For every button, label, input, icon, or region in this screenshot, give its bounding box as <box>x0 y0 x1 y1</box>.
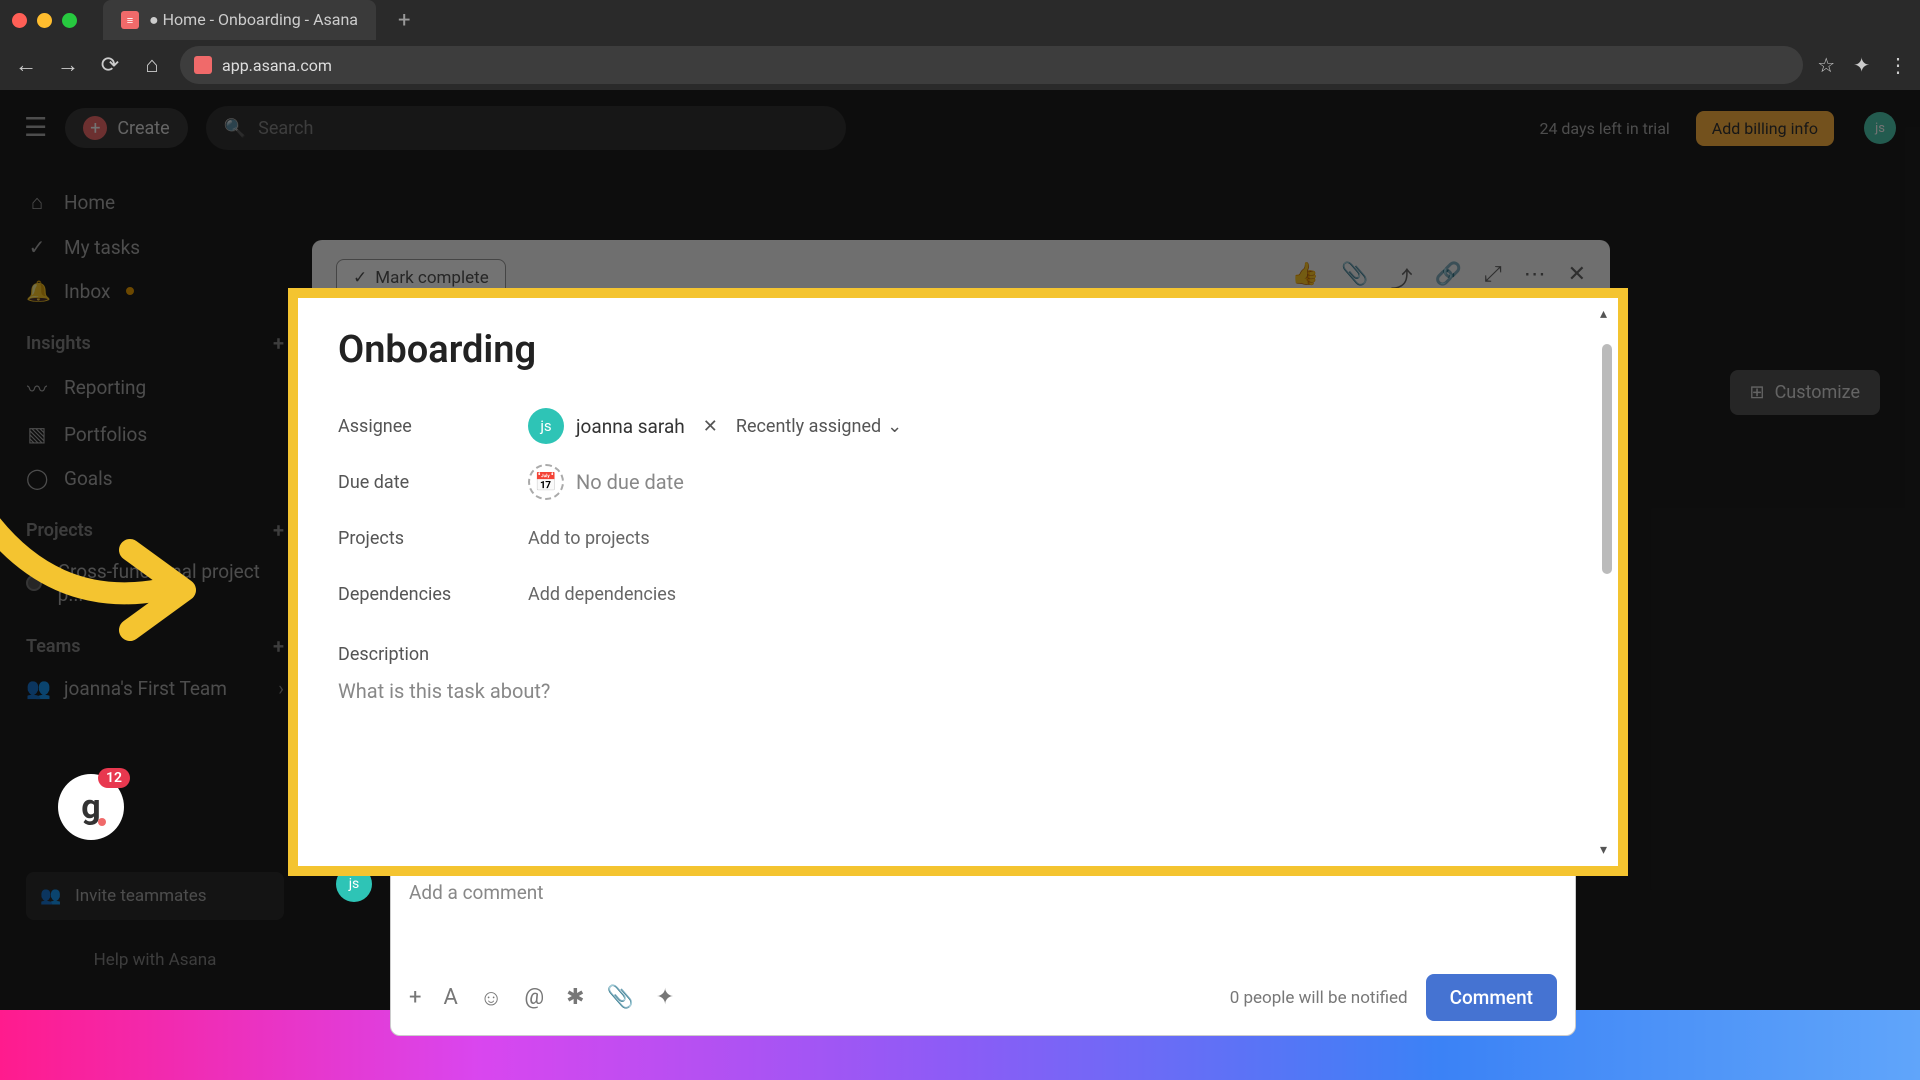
scroll-up-icon[interactable]: ▴ <box>1600 306 1607 322</box>
comment-placeholder: Add a comment <box>409 881 1557 904</box>
url-field[interactable]: app.asana.com <box>180 46 1803 84</box>
add-icon[interactable]: + <box>409 985 421 1011</box>
minimize-window-icon[interactable] <box>37 13 52 28</box>
mention-icon[interactable]: @ <box>524 985 544 1011</box>
tab-bar: ≡ ● Home - Onboarding - Asana + <box>0 0 1920 40</box>
text-format-icon[interactable]: A <box>443 985 457 1011</box>
scroll-thumb[interactable] <box>1602 344 1612 574</box>
due-date-row: Due date 📅 No due date <box>338 456 1578 508</box>
scroll-down-icon[interactable]: ▾ <box>1600 842 1607 858</box>
browser-tab[interactable]: ≡ ● Home - Onboarding - Asana <box>103 0 376 40</box>
dependencies-row: Dependencies Add dependencies <box>338 568 1578 620</box>
home-icon[interactable]: ⌂ <box>138 52 166 78</box>
tab-title: ● Home - Onboarding - Asana <box>149 10 358 30</box>
due-date-text[interactable]: No due date <box>576 470 684 494</box>
description-field[interactable]: What is this task about? <box>338 679 1578 703</box>
g-badge-count: 12 <box>98 768 130 788</box>
task-title[interactable]: Onboarding <box>338 328 1578 372</box>
comment-area: js Add a comment + A ☺ @ ✱ 📎 ✦ 0 people … <box>336 866 1576 1036</box>
bookmark-icon[interactable]: ☆ <box>1817 53 1835 77</box>
assignee-label: Assignee <box>338 416 528 437</box>
notify-text: 0 people will be notified <box>1230 988 1408 1008</box>
g-badge[interactable]: g12 <box>58 774 124 840</box>
modal-content: Onboarding Assignee js joanna sarah ✕ Re… <box>298 298 1618 866</box>
due-date-label: Due date <box>338 472 528 493</box>
close-window-icon[interactable] <box>12 13 27 28</box>
projects-row: Projects Add to projects <box>338 512 1578 564</box>
address-bar: ← → ⟳ ⌂ app.asana.com ☆ ✦ ⋮ <box>0 40 1920 90</box>
recently-assigned-label: Recently assigned <box>736 416 881 437</box>
app-area: ☰ + Create 🔍 Search 24 days left in tria… <box>0 90 1920 1010</box>
add-to-projects-button[interactable]: Add to projects <box>528 528 650 549</box>
traffic-lights <box>12 13 77 28</box>
reload-icon[interactable]: ⟳ <box>96 53 124 78</box>
calendar-icon[interactable]: 📅 <box>528 464 564 500</box>
chevron-down-icon: ⌄ <box>887 416 902 437</box>
url-text: app.asana.com <box>222 56 332 75</box>
browser-chrome: ≡ ● Home - Onboarding - Asana + ← → ⟳ ⌂ … <box>0 0 1920 90</box>
projects-label: Projects <box>338 528 528 549</box>
assignee-chip[interactable]: js joanna sarah <box>528 408 685 444</box>
assignee-avatar: js <box>528 408 564 444</box>
forward-icon[interactable]: → <box>54 52 82 78</box>
dependencies-label: Dependencies <box>338 584 528 605</box>
emoji-icon[interactable]: ☺ <box>480 985 502 1011</box>
extension-icons: ☆ ✦ ⋮ <box>1817 53 1908 77</box>
comment-button[interactable]: Comment <box>1426 974 1557 1021</box>
assignee-name: joanna sarah <box>576 415 685 438</box>
assignee-row: Assignee js joanna sarah ✕ Recently assi… <box>338 400 1578 452</box>
attach-icon[interactable]: 📎 <box>607 985 634 1011</box>
menu-icon[interactable]: ⋮ <box>1888 53 1908 77</box>
remove-assignee-button[interactable]: ✕ <box>703 416 718 437</box>
scrollbar[interactable]: ▴ ▾ <box>1600 306 1614 858</box>
description-label: Description <box>338 644 1578 665</box>
maximize-window-icon[interactable] <box>62 13 77 28</box>
comment-tools: + A ☺ @ ✱ 📎 ✦ <box>409 985 674 1011</box>
back-icon[interactable]: ← <box>12 52 40 78</box>
favicon-icon: ≡ <box>121 11 139 29</box>
add-dependencies-button[interactable]: Add dependencies <box>528 584 676 605</box>
recently-assigned-dropdown[interactable]: Recently assigned ⌄ <box>736 416 902 437</box>
extensions-icon[interactable]: ✦ <box>1853 53 1870 77</box>
comment-footer: + A ☺ @ ✱ 📎 ✦ 0 people will be notified … <box>409 974 1557 1021</box>
task-detail-modal: Onboarding Assignee js joanna sarah ✕ Re… <box>288 288 1628 876</box>
new-tab-button[interactable]: + <box>398 8 410 33</box>
sparkle-icon[interactable]: ✦ <box>656 985 674 1011</box>
comment-box[interactable]: Add a comment + A ☺ @ ✱ 📎 ✦ 0 people wil… <box>390 866 1576 1036</box>
star-icon[interactable]: ✱ <box>566 985 584 1011</box>
site-favicon-icon <box>194 56 212 74</box>
comment-right: 0 people will be notified Comment <box>1230 974 1557 1021</box>
